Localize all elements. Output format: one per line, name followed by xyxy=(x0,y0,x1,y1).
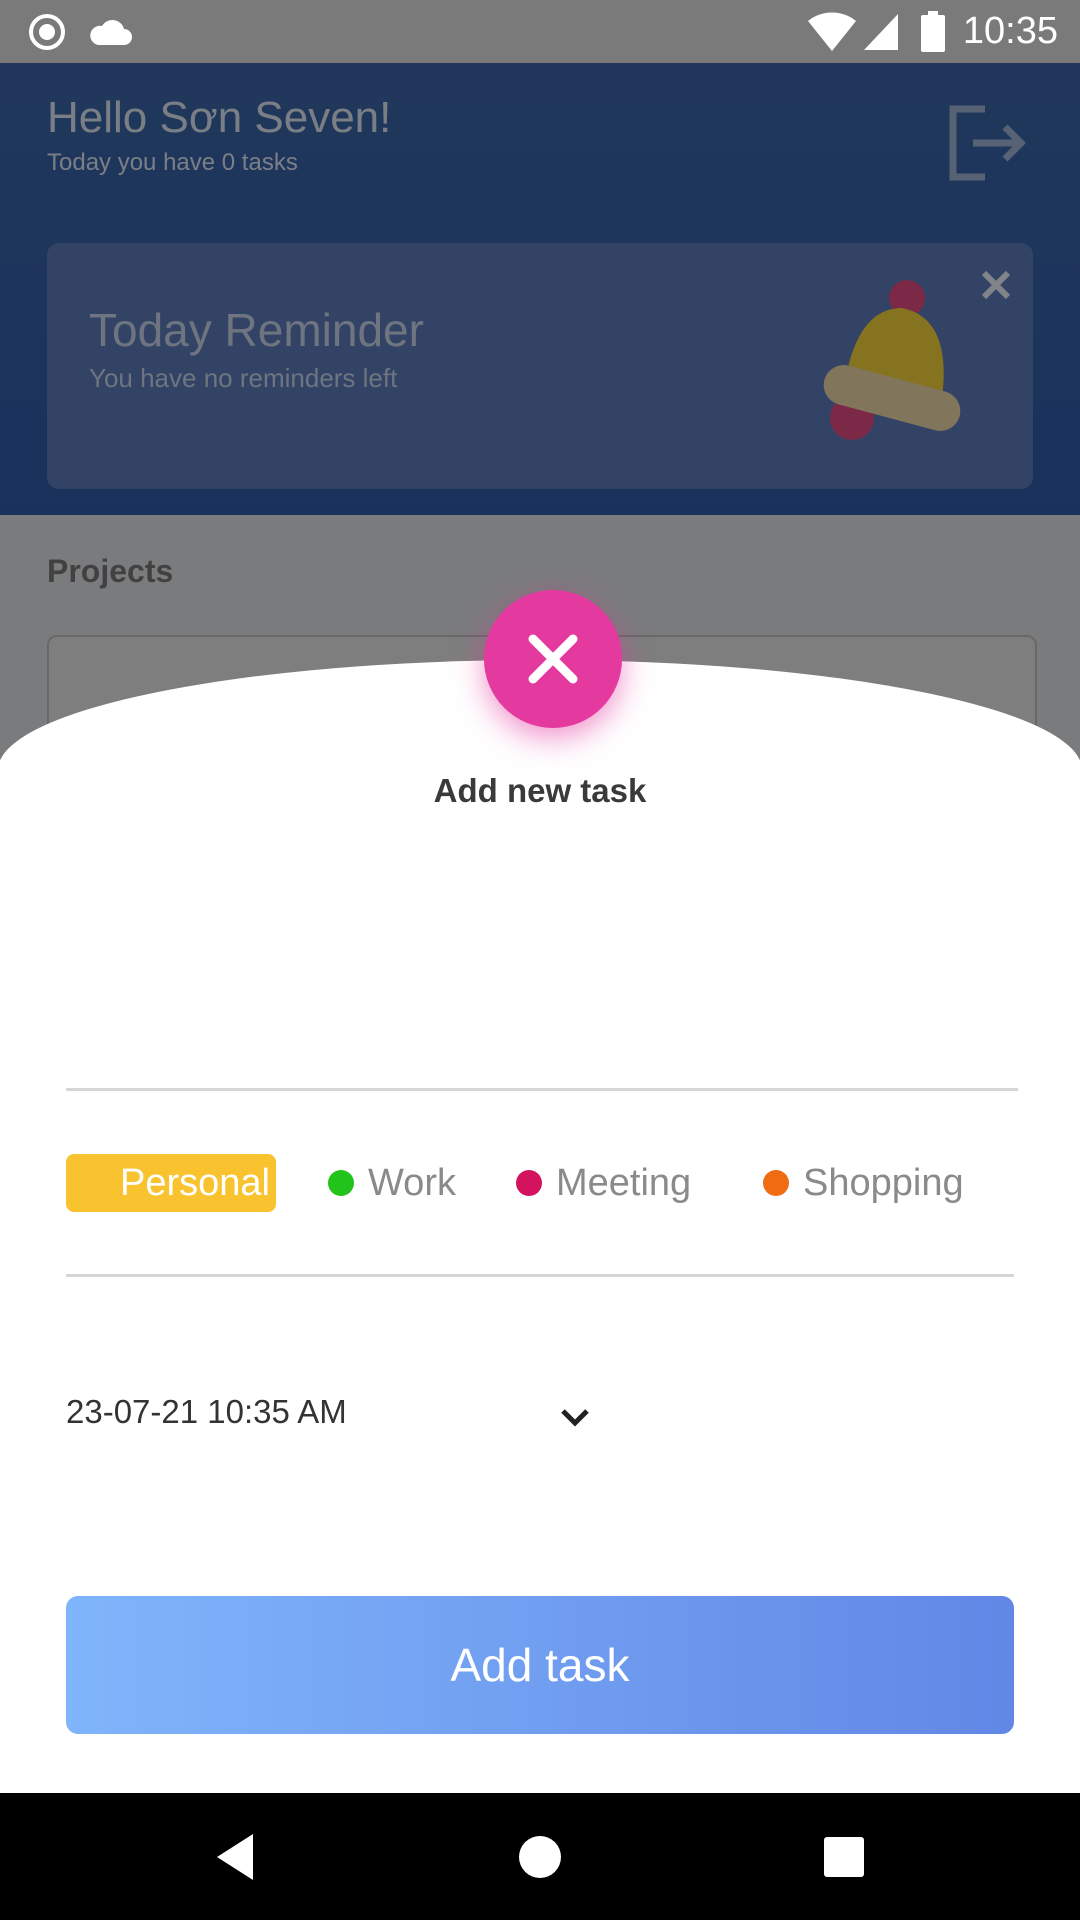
wifi-icon xyxy=(806,0,858,63)
work-dot-icon xyxy=(328,1170,354,1196)
category-work[interactable]: Work xyxy=(328,1154,456,1212)
add-task-button[interactable]: Add task xyxy=(66,1596,1014,1734)
category-label: Personal xyxy=(120,1161,270,1204)
divider xyxy=(66,1274,1014,1277)
cloud-icon xyxy=(88,0,132,63)
meeting-dot-icon xyxy=(516,1170,542,1196)
navigation-bar xyxy=(0,1793,1080,1920)
status-time: 10:35 xyxy=(962,10,1058,52)
category-label: Shopping xyxy=(803,1161,964,1204)
sheet-title: Add new task xyxy=(433,772,647,809)
category-label: Work xyxy=(368,1161,456,1204)
category-shopping[interactable]: Shopping xyxy=(763,1154,964,1212)
back-icon[interactable] xyxy=(175,1793,295,1920)
shopping-dot-icon xyxy=(763,1170,789,1196)
chevron-down-icon[interactable] xyxy=(558,1400,592,1434)
home-icon[interactable] xyxy=(480,1793,600,1920)
record-icon xyxy=(28,0,66,63)
battery-icon xyxy=(920,0,946,63)
recents-icon[interactable] xyxy=(784,1793,904,1920)
category-label: Meeting xyxy=(556,1161,692,1204)
signal-icon xyxy=(862,0,900,63)
status-bar: 10:35 xyxy=(0,0,1080,63)
category-personal[interactable]: Personal xyxy=(66,1154,276,1212)
date-time-value[interactable]: 23-07-21 10:35 AM xyxy=(66,1393,347,1431)
close-icon xyxy=(528,634,578,684)
task-name-input[interactable] xyxy=(66,960,1018,1091)
close-sheet-button[interactable] xyxy=(484,590,622,728)
category-meeting[interactable]: Meeting xyxy=(516,1154,691,1212)
category-selector: Personal Work Meeting Shopping xyxy=(66,1154,1056,1212)
